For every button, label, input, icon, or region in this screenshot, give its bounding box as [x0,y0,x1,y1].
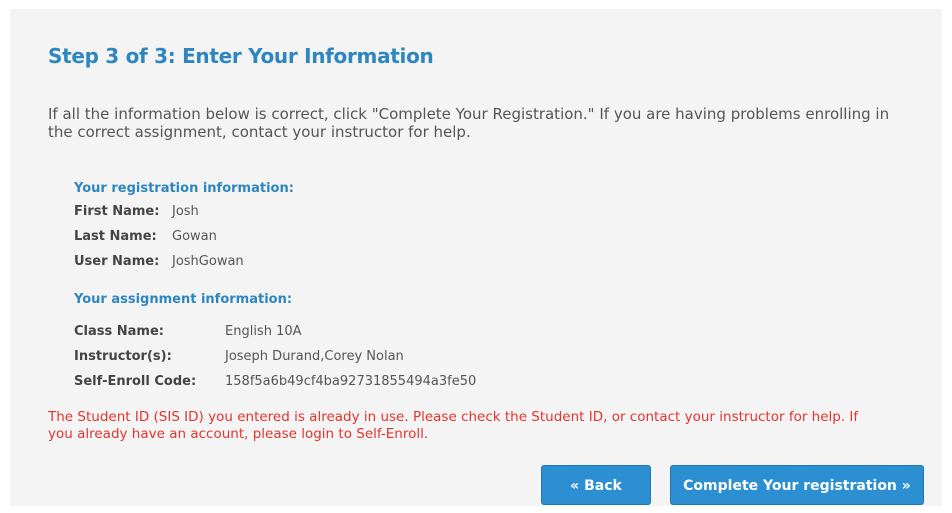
class-name-value: English 10A [225,324,302,339]
class-name-label: Class Name: [74,324,164,339]
registration-info-heading: Your registration information: [74,181,294,196]
instructors-value: Joseph Durand,Corey Nolan [225,349,404,364]
instructions-text: If all the information below is correct,… [48,105,890,141]
self-enroll-code-row: Self-Enroll Code: 158f5a6b49cf4ba92731855… [74,373,476,391]
complete-registration-button[interactable]: Complete Your registration » [670,465,924,505]
user-name-row: User Name: JoshGowan [74,253,244,271]
registration-panel: Step 3 of 3: Enter Your Information If a… [10,9,942,506]
first-name-label: First Name: [74,204,160,219]
self-enroll-code-value: 158f5a6b49cf4ba92731855494a3fe50 [225,374,477,389]
first-name-value: Josh [172,204,199,219]
class-name-row: Class Name: English 10A [74,323,302,341]
last-name-row: Last Name: Gowan [74,228,217,246]
self-enroll-code-label: Self-Enroll Code: [74,374,197,389]
back-button[interactable]: « Back [541,465,651,505]
last-name-label: Last Name: [74,229,157,244]
last-name-value: Gowan [172,229,217,244]
page-title: Step 3 of 3: Enter Your Information [48,44,434,68]
user-name-value: JoshGowan [172,254,244,269]
first-name-row: First Name: Josh [74,203,199,221]
instructors-label: Instructor(s): [74,349,172,364]
error-message: The Student ID (SIS ID) you entered is a… [48,409,859,442]
assignment-info-heading: Your assignment information: [74,292,293,307]
instructors-row: Instructor(s): Joseph Durand,Corey Nolan [74,348,404,366]
user-name-label: User Name: [74,254,160,269]
